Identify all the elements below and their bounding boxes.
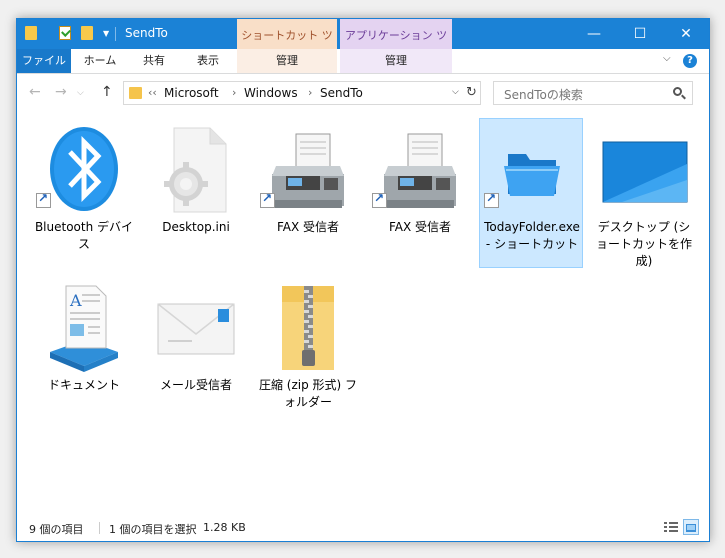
file-item-desktop[interactable]: デスクトップ (ショートカットを作成) <box>591 118 695 268</box>
search-icon[interactable] <box>673 87 682 96</box>
breadcrumb-microsoft[interactable]: Microsoft <box>164 86 219 100</box>
file-item-label: メール受信者 <box>159 378 232 392</box>
breadcrumb-separator[interactable]: › <box>308 86 312 99</box>
document-icon: A <box>44 282 124 372</box>
ribbon-tabs: ファイル ホーム 共有 表示 管理 管理 ⌵ ? <box>17 49 709 74</box>
ribbon-expand-icon[interactable]: ⌵ <box>663 53 671 64</box>
up-arrow-icon[interactable]: ↑ <box>101 84 113 100</box>
file-item-fax[interactable]: FAX 受信者 <box>367 118 471 268</box>
status-item-count: 9 個の項目 <box>29 523 84 536</box>
tab-manage-shortcut[interactable]: 管理 <box>237 49 337 73</box>
file-item-label: TodayFolder.exe - ショートカット <box>484 220 580 251</box>
file-item-todayfolder[interactable]: TodayFolder.exe - ショートカット <box>479 118 583 268</box>
forward-arrow-icon[interactable]: → <box>55 84 67 100</box>
tab-home[interactable]: ホーム <box>75 49 125 73</box>
address-overflow[interactable]: ‹‹ <box>148 86 157 99</box>
desktop-icon <box>602 124 688 214</box>
large-icons-view-icon[interactable] <box>683 519 699 535</box>
maximize-button[interactable]: ☐ <box>617 19 663 49</box>
window-title: SendTo <box>125 26 168 40</box>
tab-view[interactable]: 表示 <box>183 49 233 73</box>
status-selection: 1 個の項目を選択 <box>109 523 197 536</box>
search-input[interactable]: SendToの検索 <box>504 86 583 103</box>
address-folder-icon <box>129 87 142 99</box>
new-folder-icon[interactable] <box>81 26 93 40</box>
mail-icon <box>156 282 236 372</box>
refresh-icon[interactable]: ↻ <box>466 85 477 100</box>
breadcrumb-separator[interactable]: › <box>232 86 236 99</box>
navigation-bar: ← → ⌵ ↑ ‹‹ Microsoft › Windows › SendTo … <box>17 74 709 112</box>
breadcrumb-windows[interactable]: Windows <box>244 86 298 100</box>
title-bar[interactable]: ▼ SendTo ショートカット ツール アプリケーション ツール — ☐ ✕ <box>17 19 709 76</box>
details-view-icon[interactable] <box>663 519 679 535</box>
tab-file[interactable]: ファイル <box>17 49 71 73</box>
zip-folder-icon <box>268 282 348 372</box>
help-icon[interactable]: ? <box>683 54 697 68</box>
status-bar: 9 個の項目 1 個の項目を選択 1.28 KB <box>17 512 709 541</box>
explorer-window: ▼ SendTo ショートカット ツール アプリケーション ツール — ☐ ✕ … <box>16 18 710 542</box>
context-tab-shortcut-tools[interactable]: ショートカット ツール <box>237 19 337 76</box>
back-arrow-icon[interactable]: ← <box>29 84 41 100</box>
breadcrumb-sendto[interactable]: SendTo <box>320 86 363 100</box>
status-size: 1.28 KB <box>203 521 246 534</box>
title-separator <box>115 27 116 41</box>
file-item-label: Desktop.ini <box>162 220 230 234</box>
address-dropdown-icon[interactable]: ⌵ <box>452 87 459 97</box>
file-item-mail[interactable]: メール受信者 <box>143 276 247 426</box>
shortcut-overlay-icon <box>260 191 275 208</box>
shortcut-overlay-icon <box>372 191 387 208</box>
bluetooth-icon <box>44 124 124 214</box>
context-tab-application-tools[interactable]: アプリケーション ツール <box>340 19 452 76</box>
minimize-button[interactable]: — <box>571 19 617 49</box>
folder-open-icon <box>492 124 572 214</box>
quick-access-dropdown-icon[interactable]: ▼ <box>103 29 109 38</box>
file-item-label: Bluetooth デバイス <box>34 220 134 251</box>
folder-icon <box>25 26 37 40</box>
search-box[interactable]: SendToの検索 <box>493 81 693 105</box>
file-item-label: FAX 受信者 <box>388 220 452 234</box>
fax-icon <box>380 124 460 214</box>
file-item-fax[interactable]: FAX 受信者 <box>255 118 359 268</box>
file-item-label: 圧縮 (zip 形式) フォルダー <box>258 378 358 409</box>
file-item-documents[interactable]: A ドキュメント <box>31 276 135 426</box>
file-item-label: デスクトップ (ショートカットを作成) <box>595 220 692 268</box>
settings-file-icon <box>156 124 236 214</box>
shortcut-overlay-icon <box>36 191 51 208</box>
properties-icon[interactable] <box>59 26 71 40</box>
file-item-label: FAX 受信者 <box>276 220 340 234</box>
address-bar[interactable]: ‹‹ Microsoft › Windows › SendTo ⌵ ↻ <box>123 81 481 105</box>
shortcut-overlay-icon <box>484 191 499 208</box>
svg-text:A: A <box>69 291 82 310</box>
file-list[interactable]: Bluetooth デバイス Desktop.ini <box>17 112 709 512</box>
tab-share[interactable]: 共有 <box>129 49 179 73</box>
file-item-label: ドキュメント <box>47 378 120 392</box>
file-item-zip[interactable]: 圧縮 (zip 形式) フォルダー <box>255 276 359 426</box>
tab-manage-application[interactable]: 管理 <box>340 49 452 73</box>
file-item-desktop-ini[interactable]: Desktop.ini <box>143 118 247 268</box>
status-separator <box>99 522 100 534</box>
file-item-bluetooth[interactable]: Bluetooth デバイス <box>31 118 135 268</box>
close-button[interactable]: ✕ <box>663 19 709 49</box>
fax-icon <box>268 124 348 214</box>
recent-locations-icon[interactable]: ⌵ <box>77 88 84 98</box>
